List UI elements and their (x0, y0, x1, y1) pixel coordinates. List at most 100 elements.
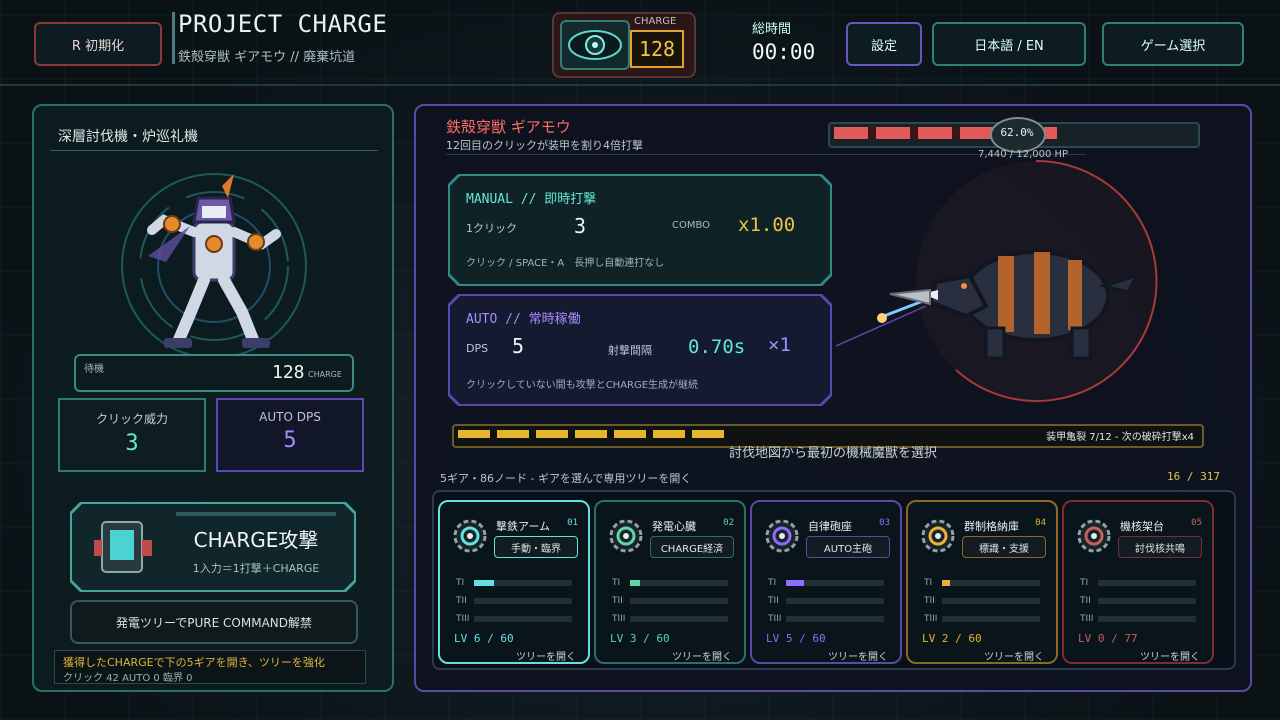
armor-crack-segment (809, 430, 841, 438)
gear-card-1[interactable]: 撃鉄アーム 01 手動・臨界 TI TII TIII LV 6 / 60 ツリー… (438, 500, 590, 664)
charge-attack-button[interactable]: CHARGE攻撃 1入力＝1打撃＋CHARGE (70, 502, 356, 592)
hp-percent-label: 62.0% (1000, 126, 1034, 139)
gear-card-4[interactable]: 群制格納庫 04 標識・支援 TI TII TIII LV 2 / 60 ツリー… (906, 500, 1058, 664)
charge-meter: CHARGE 128 (552, 12, 696, 78)
charge-value: 128 (630, 30, 684, 68)
tier-label: TI (612, 578, 621, 588)
gear-number: 05 (1191, 518, 1202, 528)
charge-label: CHARGE (634, 16, 677, 27)
tier-2-track (786, 598, 884, 604)
gear-card-3[interactable]: 自律砲座 03 AUTO主砲 TI TII TIII LV 5 / 60 ツリー… (750, 500, 902, 664)
language-button[interactable]: 日本語 / EN (932, 22, 1086, 66)
status-label: 待機 (84, 364, 104, 375)
open-tree-link[interactable]: ツリーを開く (516, 648, 576, 663)
enemy-portrait[interactable] (835, 156, 1216, 406)
manual-card: MANUAL // 即時打撃 1クリック 3 COMBO x1.00 クリック … (448, 174, 832, 286)
tier-label: TIII (924, 614, 938, 624)
tier-2-track (1098, 598, 1196, 604)
unit-title: 深層討伐機・炉巡礼機 (58, 129, 198, 145)
settings-label: 設定 (870, 38, 897, 54)
tier-2-row: TII (768, 594, 884, 608)
charge-attack-inner: CHARGE攻撃 1入力＝1打撃＋CHARGE (72, 504, 354, 590)
stats-text: クリック 42 AUTO 0 臨界 0 (63, 673, 193, 684)
armor-crack-segment (731, 430, 763, 438)
tier-label: TIII (1080, 614, 1094, 624)
auto-interval-value: 0.70s (688, 336, 746, 358)
charge-attack-desc: 1入力＝1打撃＋CHARGE (192, 562, 320, 575)
open-tree-link[interactable]: ツリーを開く (984, 648, 1044, 663)
manual-desc: クリック / SPACE・A 長押し自動連打なし (466, 258, 665, 269)
gear-heart-icon (606, 516, 646, 556)
reset-button[interactable]: R 初期化 (34, 22, 162, 66)
gear-level: LV 5 / 60 (766, 632, 826, 645)
time-value: 00:00 (752, 40, 816, 64)
open-tree-link[interactable]: ツリーを開く (1140, 648, 1200, 663)
gear-level: LV 3 / 60 (610, 632, 670, 645)
tier-2-track (474, 598, 572, 604)
gear-name: 自律砲座 (808, 520, 852, 533)
gear-card-2[interactable]: 発電心臓 02 CHARGE経済 TI TII TIII LV 3 / 60 ツ… (594, 500, 746, 664)
gear-number: 03 (879, 518, 890, 528)
status-bar: 待機 128 CHARGE (74, 354, 354, 392)
header-divider (0, 84, 1280, 86)
gear-name: 撃鉄アーム (496, 520, 551, 533)
auto-desc: クリックしていない間も攻撃とCHARGE生成が継続 (466, 380, 699, 391)
manual-title: MANUAL // 即時打撃 (466, 192, 597, 207)
tier-3-track (630, 616, 728, 622)
left-panel: 深層討伐機・炉巡礼機 待機 128 CHARGE クリック威力 3 AUTO D… (32, 104, 394, 692)
open-tree-link[interactable]: ツリーを開く (672, 648, 732, 663)
tier-label: TII (456, 596, 467, 606)
tier-3-row: TIII (1080, 612, 1196, 626)
enemy-name: 鉄殻穿獣 ギアモウ (446, 118, 571, 136)
tier-3-track (942, 616, 1040, 622)
armor-crack-segment (848, 430, 880, 438)
gears-progress: 16 / 317 (1167, 470, 1220, 483)
enemy-desc: 12回目のクリックが装甲を割り4倍打撃 (446, 139, 643, 152)
game-select-button[interactable]: ゲーム選択 (1102, 22, 1244, 66)
tier-2-row: TII (456, 594, 572, 608)
tier-label: TIII (612, 614, 626, 624)
tier-2-track (630, 598, 728, 604)
charge-attack-title: CHARGE攻撃 (193, 528, 319, 552)
gear-level: LV 6 / 60 (454, 632, 514, 645)
tier-label: TI (456, 578, 465, 588)
gear-tag: 標識・支援 (962, 536, 1046, 558)
gears-header: 5ギア・86ノード - ギアを選んで専用ツリーを開く (440, 472, 692, 485)
tier-label: TI (1080, 578, 1089, 588)
tier-3-track (1098, 616, 1196, 622)
settings-button[interactable]: 設定 (846, 22, 922, 66)
tier-3-row: TIII (768, 612, 884, 626)
status-charge-unit: CHARGE (308, 370, 342, 379)
map-prompt: 討伐地図から最初の機械魔獣を選択 (728, 446, 937, 461)
tier-1-fill (474, 580, 494, 586)
enemy-hp-bar: 62.0% (828, 117, 1200, 153)
auto-dps-label: AUTO DPS (259, 410, 321, 424)
unlock-label: 発電ツリーでPURE COMMAND解禁 (116, 615, 312, 630)
gear-number: 01 (567, 518, 578, 528)
armor-crack-segment (770, 430, 802, 438)
time-label: 総時間 (752, 22, 792, 37)
gear-core-icon (1074, 516, 1114, 556)
tier-1-track (1098, 580, 1196, 586)
tier-label: TI (768, 578, 777, 588)
click-power-box: クリック威力 3 (58, 398, 206, 472)
open-tree-link[interactable]: ツリーを開く (828, 648, 888, 663)
tier-1-row: TI (612, 576, 728, 590)
eye-icon (560, 20, 630, 70)
armor-crack-segment (497, 430, 529, 438)
game-select-label: ゲーム選択 (1140, 38, 1206, 54)
gear-card-5[interactable]: 機核架台 05 討伐核共鳴 TI TII TIII LV 0 / 77 ツリーを… (1062, 500, 1214, 664)
tier-1-track (942, 580, 1040, 586)
manual-click-value: 3 (574, 214, 587, 238)
tier-1-fill (942, 580, 950, 586)
gear-hangar-icon (918, 516, 958, 556)
click-power-label: クリック威力 (95, 412, 168, 426)
gear-name: 発電心臓 (652, 520, 696, 533)
armor-crack-segment (458, 430, 490, 438)
tier-1-row: TI (924, 576, 1040, 590)
battle-panel: 鉄殻穿獣 ギアモウ 12回目のクリックが装甲を割り4倍打撃 62.0% 7,44… (414, 104, 1252, 692)
gear-tag: 手動・臨界 (494, 536, 578, 558)
tier-label: TIII (456, 614, 470, 624)
tier-3-row: TIII (612, 612, 728, 626)
unlock-pure-command-button[interactable]: 発電ツリーでPURE COMMAND解禁 (70, 600, 358, 644)
